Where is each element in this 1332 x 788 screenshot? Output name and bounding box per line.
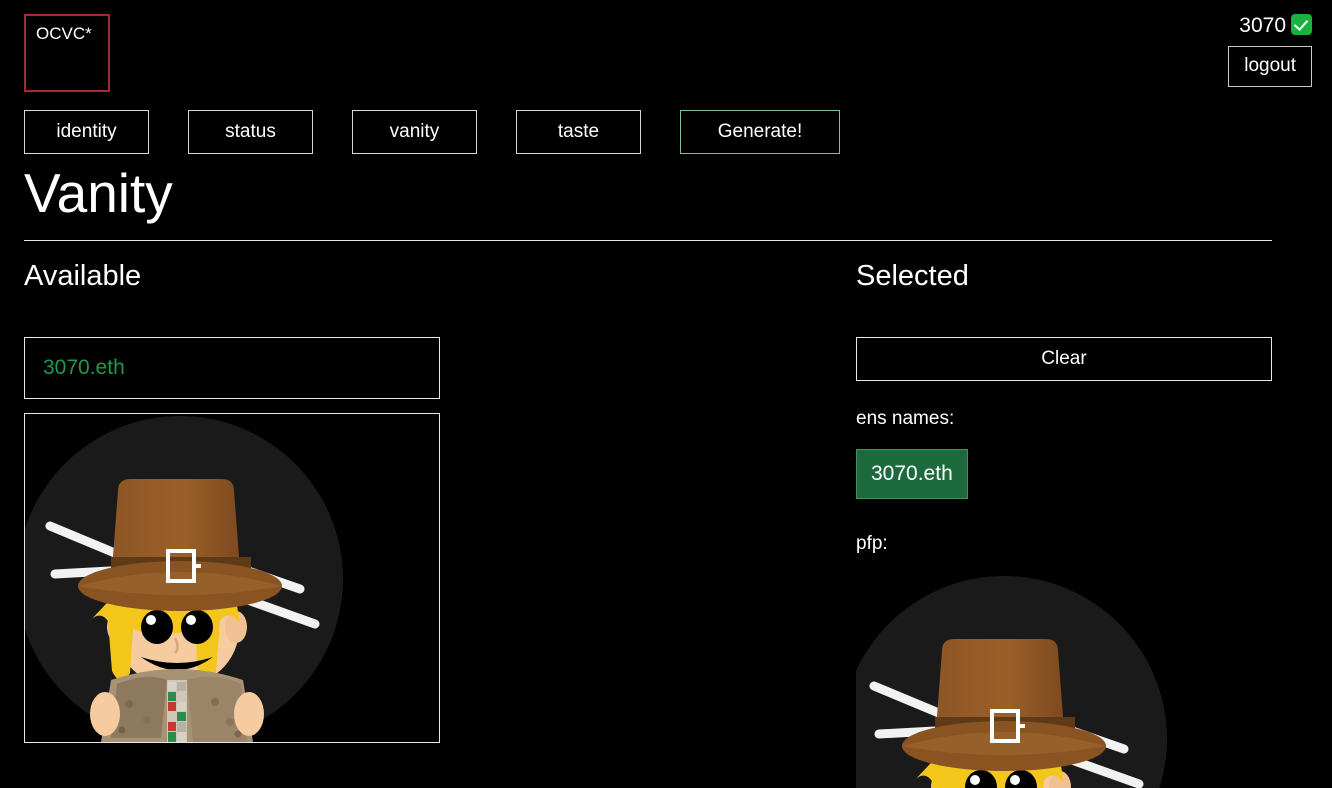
available-column: Available 3070.eth <box>24 262 824 743</box>
brand-logo-label: OCVC* <box>36 24 92 43</box>
logout-button[interactable]: logout <box>1228 46 1312 87</box>
selected-pfp-frame[interactable] <box>856 574 1272 788</box>
account-name: 3070 <box>1239 14 1286 37</box>
nav-item-identity[interactable]: identity <box>24 110 149 154</box>
pilgrim-hat-avatar-icon <box>856 574 1272 788</box>
main-nav: identity status vanity taste Generate! <box>24 110 840 154</box>
nav-item-status[interactable]: status <box>188 110 313 154</box>
pfp-label: pfp: <box>856 533 888 554</box>
brand-logo[interactable]: OCVC* <box>24 14 110 92</box>
generate-button[interactable]: Generate! <box>680 110 840 154</box>
nav-item-vanity[interactable]: vanity <box>352 110 477 154</box>
account-area: 3070 logout <box>1228 14 1312 87</box>
selected-column: Selected Clear ens names: 3070.eth pfp: <box>856 262 1272 788</box>
available-name-label: 3070.eth <box>43 356 125 379</box>
pilgrim-hat-avatar-icon <box>25 414 439 742</box>
available-pfp-frame[interactable] <box>24 413 440 743</box>
ens-name-tag[interactable]: 3070.eth <box>856 449 968 499</box>
green-check-badge-icon <box>1291 14 1312 35</box>
page-title: Vanity <box>24 162 173 224</box>
selected-heading: Selected <box>856 260 969 292</box>
account-status-line: 3070 <box>1228 14 1312 36</box>
ens-names-list: 3070.eth <box>856 449 1272 499</box>
available-heading: Available <box>24 260 142 292</box>
nav-item-taste[interactable]: taste <box>516 110 641 154</box>
available-name-card[interactable]: 3070.eth <box>24 337 440 399</box>
clear-button[interactable]: Clear <box>856 337 1272 381</box>
ens-names-label: ens names: <box>856 408 955 429</box>
top-bar: OCVC* 3070 logout <box>0 0 1332 104</box>
header-divider <box>24 240 1272 241</box>
